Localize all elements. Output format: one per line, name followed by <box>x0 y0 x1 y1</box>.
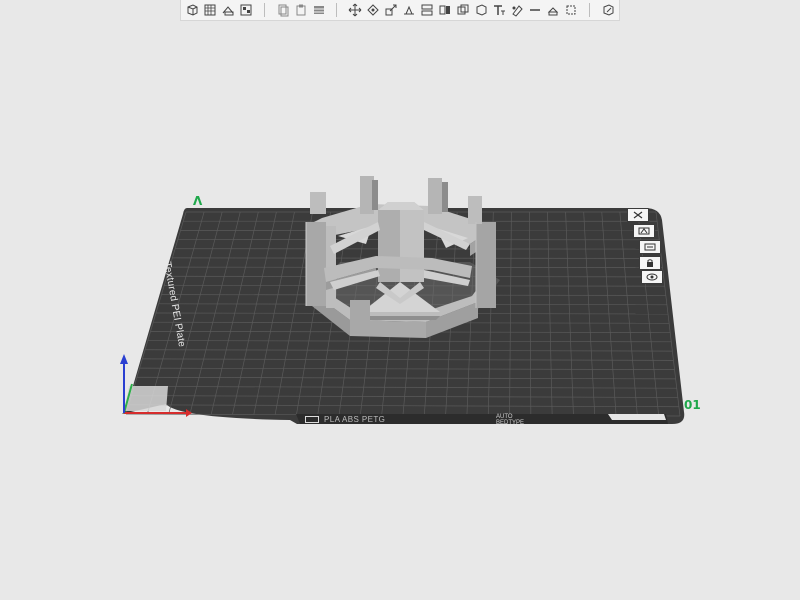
scale-icon[interactable] <box>383 2 399 18</box>
boolean-icon[interactable] <box>455 2 471 18</box>
auto-bedtype-label: AUTO BEDTYPE <box>496 414 524 426</box>
plate-lock-icon[interactable] <box>639 256 661 270</box>
toolbar-group-file <box>184 2 254 18</box>
plate-bottom-light <box>608 414 666 420</box>
plate-number[interactable]: 01 <box>684 398 701 412</box>
seam-paint-icon[interactable] <box>509 2 525 18</box>
add-object-icon[interactable] <box>184 2 200 18</box>
auto-orient-icon[interactable] <box>220 2 236 18</box>
plate-view-icon[interactable] <box>641 270 663 284</box>
assembly-icon[interactable] <box>545 2 561 18</box>
toolbar-group-tools <box>347 2 579 18</box>
layers-icon[interactable] <box>311 2 327 18</box>
cut-icon[interactable] <box>419 2 435 18</box>
plate-close-icon[interactable] <box>627 208 649 222</box>
toolbar-group-extra <box>600 2 616 18</box>
lay-on-face-icon[interactable] <box>401 2 417 18</box>
support-paint-icon[interactable] <box>473 2 489 18</box>
copy-icon[interactable] <box>275 2 291 18</box>
paste-icon[interactable] <box>293 2 309 18</box>
filament-badge-icon <box>305 415 319 423</box>
toolbar-separator <box>263 3 265 17</box>
split-icon[interactable] <box>437 2 453 18</box>
arrange-icon[interactable] <box>238 2 254 18</box>
plate-back-marker: V <box>193 193 203 207</box>
explode-icon[interactable] <box>563 2 579 18</box>
measure-icon[interactable] <box>527 2 543 18</box>
text-icon[interactable] <box>491 2 507 18</box>
toolbar-separator <box>336 3 338 17</box>
toolbar-separator <box>589 3 591 17</box>
main-toolbar <box>180 0 620 21</box>
variable-height-icon[interactable] <box>600 2 616 18</box>
3d-viewport[interactable]: Bambu Textured PEI Plate V 01 PLA ABS PE… <box>0 0 800 600</box>
auto-label-line2: BEDTYPE <box>496 420 525 426</box>
plate-settings-icon[interactable] <box>639 240 661 254</box>
add-plate-icon[interactable] <box>202 2 218 18</box>
rotate-icon[interactable] <box>365 2 381 18</box>
plate-auto-arrange-icon[interactable] <box>633 224 655 238</box>
move-icon[interactable] <box>347 2 363 18</box>
filament-types: PLA ABS PETG <box>324 414 386 424</box>
z-axis-arrow <box>120 354 128 364</box>
toolbar-group-edit <box>275 2 327 18</box>
build-scene[interactable] <box>0 0 800 600</box>
